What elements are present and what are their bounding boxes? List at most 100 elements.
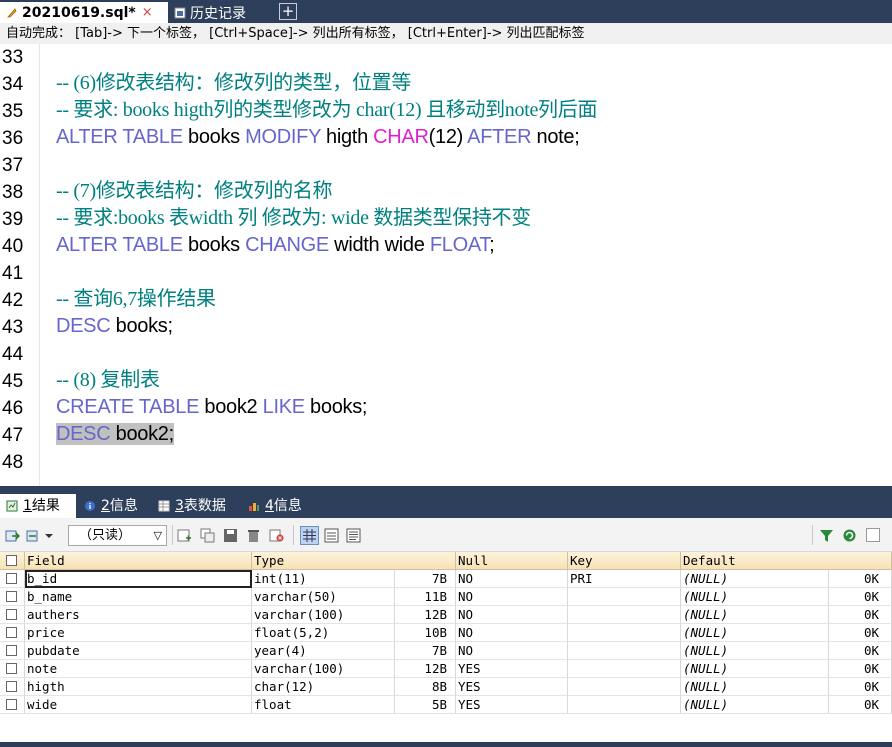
column-header-null[interactable]: Null (456, 552, 568, 570)
filter-icon[interactable] (819, 528, 834, 543)
table-row[interactable]: pubdate year(4) 7B NO (NULL) 0K (0, 642, 892, 660)
cell-key[interactable] (568, 678, 681, 696)
row-select-cell[interactable] (0, 624, 25, 642)
cell-default[interactable]: (NULL) (681, 660, 829, 678)
cell-type[interactable]: int(11) (252, 570, 395, 588)
cell-field[interactable]: note (25, 660, 252, 678)
cell-type[interactable]: year(4) (252, 642, 395, 660)
row-checkbox[interactable] (6, 663, 17, 674)
cell-key[interactable] (568, 696, 681, 714)
add-tab-button[interactable]: + (279, 3, 297, 20)
export-icon[interactable] (5, 528, 20, 543)
text-view-icon[interactable] (346, 528, 361, 543)
cell-key[interactable] (568, 660, 681, 678)
table-row[interactable]: b_id int(11) 7B NO PRI (NULL) 0K (0, 570, 892, 588)
cell-key[interactable] (568, 606, 681, 624)
tab-history[interactable]: 历史记录 (168, 2, 272, 23)
cell-type[interactable]: varchar(50) (252, 588, 395, 606)
row-select-cell[interactable] (0, 642, 25, 660)
cell-default[interactable]: (NULL) (681, 570, 829, 588)
table-row[interactable]: higth char(12) 8B YES (NULL) 0K (0, 678, 892, 696)
tab-info[interactable]: 2 信息 (82, 494, 138, 518)
row-checkbox[interactable] (6, 645, 17, 656)
cell-type[interactable]: varchar(100) (252, 660, 395, 678)
row-checkbox[interactable] (6, 699, 17, 710)
cell-key[interactable] (568, 624, 681, 642)
cell-key[interactable]: PRI (568, 570, 681, 588)
column-header-field[interactable]: Field (25, 552, 252, 570)
cell-field[interactable]: pubdate (25, 642, 252, 660)
cell-null[interactable]: YES (456, 660, 568, 678)
cell-null[interactable]: NO (456, 624, 568, 642)
cell-default[interactable]: (NULL) (681, 606, 829, 624)
sql-editor[interactable]: 33 34 35 36 37 38 39 40 41 42 43 44 45 46 47 48 -- (6)修… (0, 44, 892, 486)
row-select-cell[interactable] (0, 696, 25, 714)
delete-icon[interactable] (246, 528, 261, 543)
cell-null[interactable]: NO (456, 588, 568, 606)
cell-field[interactable]: b_name (25, 588, 252, 606)
cell-default[interactable]: (NULL) (681, 588, 829, 606)
import-icon[interactable] (26, 528, 41, 543)
refresh-icon[interactable] (842, 528, 857, 543)
cell-default[interactable]: (NULL) (681, 642, 829, 660)
cell-null[interactable]: NO (456, 570, 568, 588)
cell-field[interactable]: price (25, 624, 252, 642)
code-line-46: CREATE TABLE book2 LIKE books; (56, 396, 368, 418)
row-checkbox[interactable] (6, 573, 17, 584)
duplicate-row-icon[interactable] (200, 528, 215, 543)
cell-null[interactable]: YES (456, 678, 568, 696)
cell-type[interactable]: float (252, 696, 395, 714)
readonly-select[interactable]: （只读） ▽ (68, 525, 167, 546)
select-all-cell[interactable] (0, 552, 25, 570)
code-line-34: -- (6)修改表结构：修改列的类型，位置等 (56, 72, 412, 94)
column-header-type[interactable]: Type (252, 552, 456, 570)
tab-table-data[interactable]: 3 表数据 (158, 494, 226, 518)
save-icon[interactable] (223, 528, 238, 543)
table-row[interactable]: note varchar(100) 12B YES (NULL) 0K (0, 660, 892, 678)
cell-field[interactable]: authers (25, 606, 252, 624)
row-select-cell[interactable] (0, 606, 25, 624)
row-checkbox[interactable] (6, 609, 17, 620)
table-row[interactable]: price float(5,2) 10B NO (NULL) 0K (0, 624, 892, 642)
line-number: 40 (2, 236, 24, 257)
chevron-down-icon[interactable] (43, 528, 55, 543)
column-header-default[interactable]: Default (681, 552, 892, 570)
row-select-cell[interactable] (0, 588, 25, 606)
table-row[interactable]: authers varchar(100) 12B NO (NULL) 0K (0, 606, 892, 624)
row-select-cell[interactable] (0, 660, 25, 678)
row-checkbox[interactable] (6, 681, 17, 692)
tab-sql-file[interactable]: 20210619.sql* × (0, 2, 168, 23)
cell-key[interactable] (568, 588, 681, 606)
limit-checkbox[interactable] (866, 528, 880, 542)
row-checkbox[interactable] (6, 627, 17, 638)
sql-file-icon (7, 7, 17, 17)
row-select-cell[interactable] (0, 678, 25, 696)
add-row-icon[interactable] (177, 528, 192, 543)
close-icon[interactable]: × (142, 5, 153, 20)
form-view-icon[interactable] (324, 528, 339, 543)
grid-view-icon[interactable] (300, 526, 319, 545)
cell-default[interactable]: (NULL) (681, 678, 829, 696)
cell-type[interactable]: char(12) (252, 678, 395, 696)
cell-type[interactable]: varchar(100) (252, 606, 395, 624)
cell-key[interactable] (568, 642, 681, 660)
cell-null[interactable]: NO (456, 606, 568, 624)
row-select-cell[interactable] (0, 570, 25, 588)
cell-field[interactable]: higth (25, 678, 252, 696)
cell-field[interactable]: b_id (25, 570, 252, 588)
select-all-checkbox[interactable] (6, 555, 17, 566)
code-line-38: -- (7)修改表结构：修改列的名称 (56, 180, 333, 202)
tab-info-2[interactable]: 4 信息 (248, 494, 302, 518)
cell-field[interactable]: wide (25, 696, 252, 714)
cell-null[interactable]: NO (456, 642, 568, 660)
row-checkbox[interactable] (6, 591, 17, 602)
cell-default[interactable]: (NULL) (681, 696, 829, 714)
column-header-key[interactable]: Key (568, 552, 681, 570)
cell-default[interactable]: (NULL) (681, 624, 829, 642)
table-row[interactable]: wide float 5B YES (NULL) 0K (0, 696, 892, 714)
cancel-changes-icon[interactable] (269, 528, 284, 543)
cell-type[interactable]: float(5,2) (252, 624, 395, 642)
table-row[interactable]: b_name varchar(50) 11B NO (NULL) 0K (0, 588, 892, 606)
cell-null[interactable]: YES (456, 696, 568, 714)
tab-result[interactable]: 1 结果 (0, 494, 76, 518)
